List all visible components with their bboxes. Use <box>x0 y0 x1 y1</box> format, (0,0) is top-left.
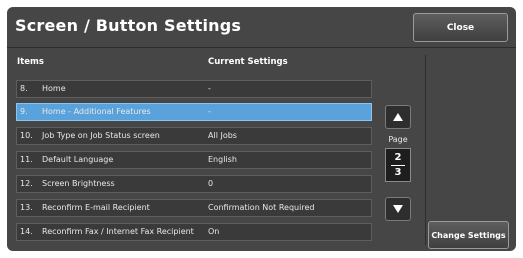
items-column-header: Items <box>17 57 44 67</box>
row-item-name: Home <box>42 84 66 93</box>
row-current-setting: 0 <box>208 179 214 188</box>
settings-row-screen-brightness[interactable]: 12. Screen Brightness 0 <box>16 175 372 193</box>
page-indicator: 2 3 <box>385 148 411 182</box>
page-label: Page <box>388 135 408 144</box>
triangle-down-icon <box>393 205 403 213</box>
row-number: 10. <box>20 131 33 140</box>
row-current-setting: All Jobs <box>208 131 237 140</box>
row-number: 8. <box>20 84 28 93</box>
row-current-setting: English <box>208 155 237 164</box>
total-pages: 3 <box>394 167 402 178</box>
row-item-name: Home - Additional Features <box>42 107 151 116</box>
row-number: 12. <box>20 179 33 188</box>
row-number: 9. <box>20 107 28 116</box>
row-item-name: Default Language <box>42 155 114 164</box>
current-page: 2 <box>394 152 402 163</box>
side-panel <box>425 55 510 245</box>
row-number: 14. <box>20 227 33 236</box>
row-item-name: Screen Brightness <box>42 179 115 188</box>
settings-row-reconfirm-fax[interactable]: 14. Reconfirm Fax / Internet Fax Recipie… <box>16 223 372 241</box>
row-current-setting: - <box>208 84 211 93</box>
row-current-setting: On <box>208 227 220 236</box>
row-item-name: Job Type on Job Status screen <box>42 131 160 140</box>
settings-row-home-additional-features[interactable]: 9. Home - Additional Features - <box>16 103 372 121</box>
row-item-name: Reconfirm Fax / Internet Fax Recipient <box>42 227 194 236</box>
settings-row-home[interactable]: 8. Home - <box>16 80 372 98</box>
settings-row-job-type[interactable]: 10. Job Type on Job Status screen All Jo… <box>16 127 372 145</box>
row-number: 11. <box>20 155 33 164</box>
close-button[interactable]: Close <box>413 13 508 42</box>
settings-row-reconfirm-email[interactable]: 13. Reconfirm E-mail Recipient Confirmat… <box>16 199 372 217</box>
page-separator <box>391 165 405 166</box>
page-title: Screen / Button Settings <box>15 16 242 35</box>
row-number: 13. <box>20 203 33 212</box>
row-current-setting: Confirmation Not Required <box>208 203 315 212</box>
row-item-name: Reconfirm E-mail Recipient <box>42 203 150 212</box>
settings-screen: Screen / Button Settings Close Items Cur… <box>7 7 516 251</box>
change-settings-button[interactable]: Change Settings <box>428 221 509 249</box>
row-current-setting: - <box>208 107 211 116</box>
header-divider <box>7 47 516 48</box>
triangle-up-icon <box>393 113 403 121</box>
settings-row-default-language[interactable]: 11. Default Language English <box>16 151 372 169</box>
page-down-button[interactable] <box>385 197 411 221</box>
page-up-button[interactable] <box>385 105 411 129</box>
current-settings-column-header: Current Settings <box>208 57 288 67</box>
